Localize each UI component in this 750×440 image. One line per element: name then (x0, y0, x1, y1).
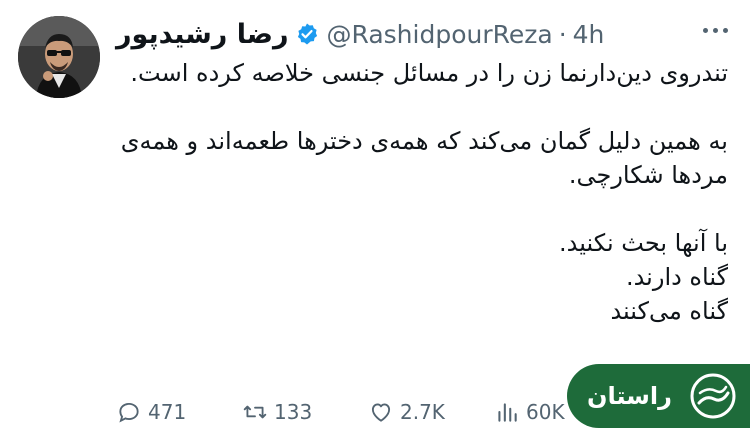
tweet-header: رضا رشیدپور @RashidpourReza · 4h (116, 14, 736, 54)
reply-icon (119, 402, 139, 423)
tweet-paragraph: به همین دلیل گمان می‌کند که همه‌ی دخترها… (120, 127, 728, 189)
like-count: 2.7K (400, 400, 445, 424)
more-icon[interactable] (703, 28, 728, 33)
retweet-icon (243, 405, 267, 419)
views-count: 60K (526, 400, 565, 424)
author-name[interactable]: رضا رشیدپور (116, 19, 289, 50)
views-icon (498, 403, 517, 422)
tweet-paragraph (116, 90, 728, 124)
tweet-paragraph (116, 192, 728, 226)
retweet-count: 133 (274, 400, 313, 424)
tweet-time[interactable]: 4h (573, 20, 605, 49)
separator-dot: · (558, 19, 567, 49)
views-button[interactable]: 60K (494, 396, 565, 428)
watermark-text: راستان (587, 382, 672, 410)
reply-count: 471 (148, 400, 187, 424)
tweet-text: تندروی دین‌دارنما زن را در مسائل جنسی خل… (116, 56, 728, 370)
retweet-button[interactable]: 133 (242, 396, 312, 428)
tweet-paragraph: گناه می‌کنند (610, 297, 728, 325)
tweet-paragraph: تندروی دین‌دارنما زن را در مسائل جنسی خل… (130, 59, 728, 87)
reply-button[interactable]: 471 (116, 396, 186, 428)
author-handle[interactable]: @RashidpourReza (327, 20, 553, 49)
watermark-badge: راستان (567, 364, 750, 428)
like-icon (371, 403, 391, 422)
tweet-paragraph: با آنها بحث نکنید. (559, 229, 728, 257)
author-avatar[interactable] (18, 16, 100, 98)
like-button[interactable]: 2.7K (368, 396, 445, 428)
tweet-paragraph: گناه دارند. (625, 263, 728, 291)
verified-badge-icon (297, 23, 317, 45)
watermark-logo-icon (690, 373, 736, 419)
